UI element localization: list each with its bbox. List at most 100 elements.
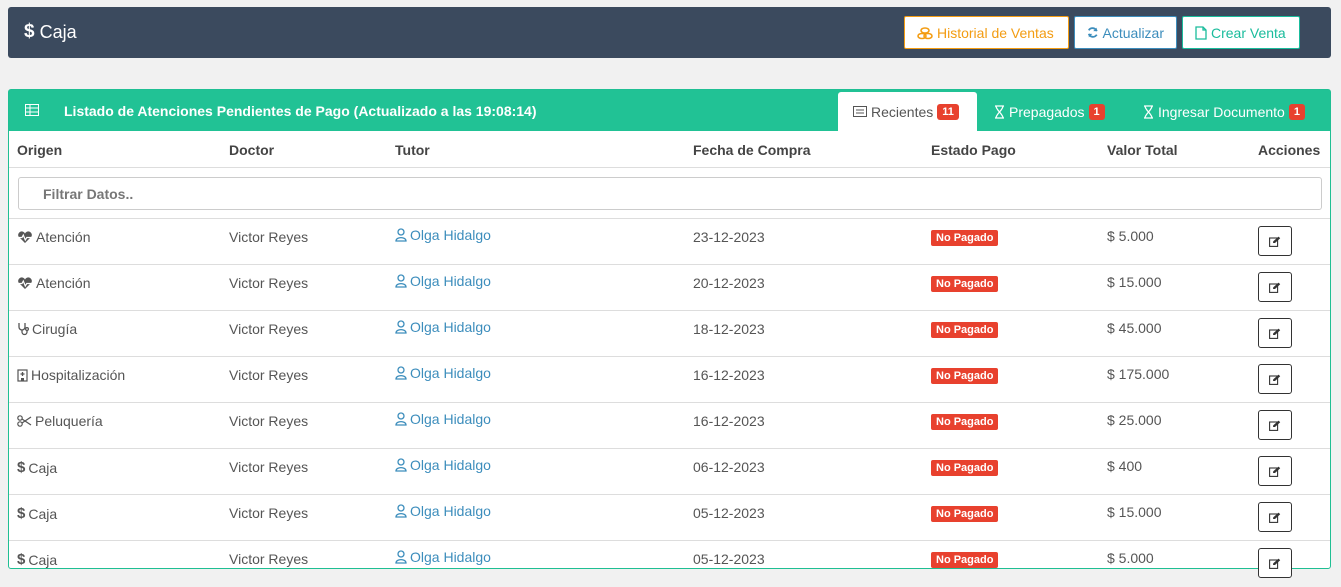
edit-icon xyxy=(1269,282,1281,293)
cell-doctor: Victor Reyes xyxy=(229,413,309,429)
origen-text: Peluquería xyxy=(35,413,103,429)
cell-origen: Atención xyxy=(17,229,90,245)
status-badge: No Pagado xyxy=(931,276,999,292)
refresh-icon xyxy=(1087,27,1098,38)
panel-title: Listado de Atenciones Pendientes de Pago… xyxy=(64,103,537,119)
tutor-link[interactable]: Olga Hidalgo xyxy=(395,227,491,243)
edit-button[interactable] xyxy=(1258,272,1292,302)
dollar-icon: $ xyxy=(17,459,26,476)
actualizar-button[interactable]: Actualizar xyxy=(1074,16,1177,49)
cell-fecha: 05-12-2023 xyxy=(693,505,765,521)
user-icon xyxy=(395,228,407,242)
filter-input[interactable] xyxy=(18,177,1322,210)
edit-button[interactable] xyxy=(1258,226,1292,256)
user-icon xyxy=(395,504,407,518)
status-badge: No Pagado xyxy=(931,322,999,338)
cell-valor: $ 175.000 xyxy=(1107,366,1170,382)
edit-icon xyxy=(1269,512,1281,523)
user-icon xyxy=(395,274,407,288)
tutor-link[interactable]: Olga Hidalgo xyxy=(395,549,491,565)
column-header-fecha[interactable]: Fecha de Compra xyxy=(693,142,810,158)
origen-text: Hospitalización xyxy=(31,367,126,383)
cell-doctor: Victor Reyes xyxy=(229,505,309,521)
origen-text: Atención xyxy=(36,229,91,245)
cell-doctor: Victor Reyes xyxy=(229,459,309,475)
edit-icon xyxy=(1269,374,1281,385)
historial-ventas-label: Historial de Ventas xyxy=(937,24,1054,41)
tutor-name: Olga Hidalgo xyxy=(410,319,491,335)
cell-estado: No Pagado xyxy=(931,322,999,338)
tutor-link[interactable]: Olga Hidalgo xyxy=(395,365,491,381)
tutor-link[interactable]: Olga Hidalgo xyxy=(395,503,491,519)
edit-button[interactable] xyxy=(1258,456,1292,486)
cell-doctor: Victor Reyes xyxy=(229,321,309,337)
status-badge: No Pagado xyxy=(931,552,999,568)
tab-ingresar-count: 1 xyxy=(1288,103,1305,120)
cell-valor: $ 5.000 xyxy=(1107,228,1154,244)
cell-estado: No Pagado xyxy=(931,460,999,476)
cell-estado: No Pagado xyxy=(931,506,999,522)
cell-fecha: 16-12-2023 xyxy=(693,413,765,429)
list-icon xyxy=(853,106,867,117)
cell-origen: $ Caja xyxy=(17,505,57,522)
column-header-estado[interactable]: Estado Pago xyxy=(931,142,1016,158)
cell-valor: $ 45.000 xyxy=(1107,320,1162,336)
cell-valor: $ 25.000 xyxy=(1107,412,1162,428)
cell-fecha: 18-12-2023 xyxy=(693,321,765,337)
edit-icon xyxy=(1269,236,1281,247)
column-header-valor[interactable]: Valor Total xyxy=(1107,142,1178,158)
column-header-tutor[interactable]: Tutor xyxy=(395,142,430,158)
status-badge: No Pagado xyxy=(931,506,999,522)
tutor-name: Olga Hidalgo xyxy=(410,227,491,243)
cell-origen: Hospitalización xyxy=(17,367,125,383)
header-divider xyxy=(9,167,1330,168)
top-bar: $ Caja Historial de Ventas Actualizar Cr… xyxy=(8,7,1331,58)
cell-fecha: 16-12-2023 xyxy=(693,367,765,383)
cell-estado: No Pagado xyxy=(931,368,999,384)
crear-venta-button[interactable]: Crear Venta xyxy=(1182,16,1300,49)
user-icon xyxy=(395,412,407,426)
tutor-name: Olga Hidalgo xyxy=(410,273,491,289)
tab-prepagados-count: 1 xyxy=(1088,103,1105,120)
tutor-link[interactable]: Olga Hidalgo xyxy=(395,411,491,427)
tutor-link[interactable]: Olga Hidalgo xyxy=(395,273,491,289)
edit-button[interactable] xyxy=(1258,410,1292,440)
scissors-icon xyxy=(17,415,32,427)
tab-prepagados[interactable]: Prepagados 1 xyxy=(994,92,1105,131)
cell-fecha: 06-12-2023 xyxy=(693,459,765,475)
panel-header: Listado de Atenciones Pendientes de Pago… xyxy=(9,90,1330,131)
dollar-icon: $ xyxy=(17,505,26,522)
coins-icon xyxy=(917,26,933,39)
user-icon xyxy=(395,320,407,334)
user-icon xyxy=(395,550,407,564)
origen-text: Caja xyxy=(28,505,58,522)
tutor-link[interactable]: Olga Hidalgo xyxy=(395,457,491,473)
cell-valor: $ 400 xyxy=(1107,458,1143,474)
edit-button[interactable] xyxy=(1258,548,1292,578)
user-icon xyxy=(395,366,407,380)
table-row: $ Caja Victor Reyes Olga Hidalgo 05-12-2023 N… xyxy=(9,540,1330,587)
edit-icon xyxy=(1269,466,1281,477)
edit-button[interactable] xyxy=(1258,502,1292,532)
edit-button[interactable] xyxy=(1258,364,1292,394)
tab-recientes[interactable]: Recientes 11 xyxy=(838,92,977,131)
table-row: Peluquería Victor Reyes Olga Hidalgo 16-12-… xyxy=(9,402,1330,449)
tutor-link[interactable]: Olga Hidalgo xyxy=(395,319,491,335)
cell-estado: No Pagado xyxy=(931,276,999,292)
table-row: Hospitalización Victor Reyes Olga Hidalgo 1… xyxy=(9,356,1330,403)
tab-recientes-label: Recientes xyxy=(871,103,934,120)
cell-doctor: Victor Reyes xyxy=(229,551,309,567)
status-badge: No Pagado xyxy=(931,414,999,430)
origen-text: Caja xyxy=(28,459,58,476)
tutor-name: Olga Hidalgo xyxy=(410,549,491,565)
cell-doctor: Victor Reyes xyxy=(229,275,309,291)
column-header-doctor[interactable]: Doctor xyxy=(229,142,274,158)
column-header-origen[interactable]: Origen xyxy=(17,142,62,158)
edit-button[interactable] xyxy=(1258,318,1292,348)
table-row: $ Caja Victor Reyes Olga Hidalgo 05-12-2023 N… xyxy=(9,494,1330,541)
origen-text: Caja xyxy=(28,551,58,568)
tab-ingresar-documento[interactable]: Ingresar Documento 1 xyxy=(1143,92,1305,131)
cell-doctor: Victor Reyes xyxy=(229,367,309,383)
cell-valor: $ 15.000 xyxy=(1107,274,1162,290)
historial-ventas-button[interactable]: Historial de Ventas xyxy=(904,16,1069,49)
